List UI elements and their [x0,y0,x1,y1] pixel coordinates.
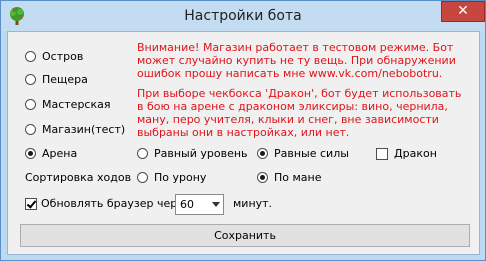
radio-circle[interactable] [25,74,36,85]
refresh-interval-select[interactable]: 60 [175,194,224,215]
radio-label: Равный уровень [154,147,248,160]
save-button[interactable]: Сохранить [20,224,470,247]
radio-label: Магазин(тест) [42,123,126,136]
checkbox-box[interactable] [25,198,37,210]
chevron-down-icon[interactable] [212,202,220,207]
checkbox-box[interactable] [376,148,388,160]
close-button[interactable]: ✕ [441,1,485,22]
shop-warning-text: Внимание! Магазин работает в тестовом ре… [137,41,456,80]
radio-circle[interactable] [25,124,36,135]
settings-window: Настройки бота ✕ Остров Пещера Мастерска… [0,0,486,261]
radio-label: По урону [154,171,207,184]
settings-panel: Остров Пещера Мастерская Магазин(тест) А… [7,31,480,255]
checkbox-label: Обновлять браузер через [41,197,190,210]
close-icon: ✕ [457,3,469,19]
title-bar[interactable]: Настройки бота ✕ [1,1,485,31]
radio-circle[interactable] [137,172,148,183]
checkbox-label: Дракон [394,147,437,160]
radio-circle[interactable] [25,99,36,110]
radio-circle[interactable] [25,148,36,159]
window-title: Настройки бота [184,8,302,24]
dragon-info-text: При выборе чекбокса 'Дракон', бот будет … [137,87,462,139]
radio-label: По мане [274,171,322,184]
radio-circle[interactable] [137,148,148,159]
radio-label: Мастерская [42,98,111,111]
radio-label: Равные силы [274,147,349,160]
select-value: 60 [180,198,194,211]
radio-circle[interactable] [257,172,268,183]
radio-label: Пещера [42,73,88,86]
radio-circle[interactable] [25,51,36,62]
sort-label: Сортировка ходов [25,171,132,184]
refresh-unit: минут. [233,197,273,210]
radio-label: Арена [42,147,78,160]
radio-circle[interactable] [257,148,268,159]
radio-label: Остров [42,50,84,63]
